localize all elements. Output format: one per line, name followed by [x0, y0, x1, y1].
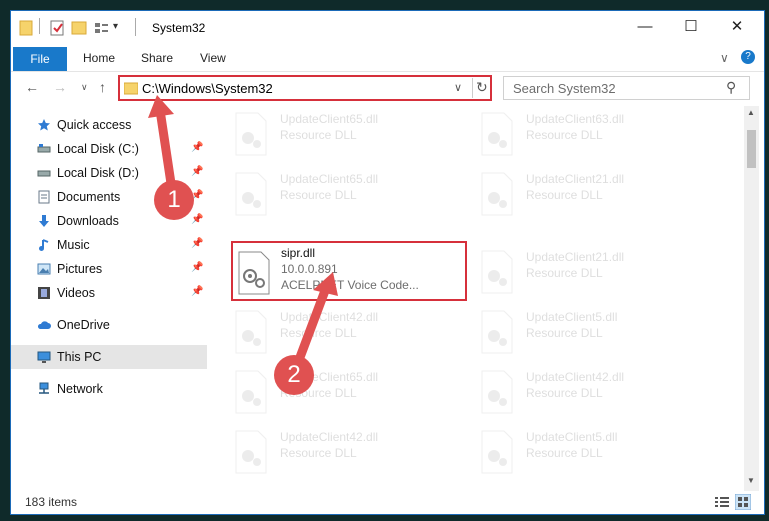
- annotation-overlay: [148, 95, 338, 373]
- step-badge-2: 2: [274, 355, 314, 395]
- step-badge-1: 1: [154, 180, 194, 220]
- arrow-to-address-bar: [155, 105, 177, 195]
- arrow-head-1: [148, 95, 174, 118]
- arrow-head-2: [313, 272, 338, 296]
